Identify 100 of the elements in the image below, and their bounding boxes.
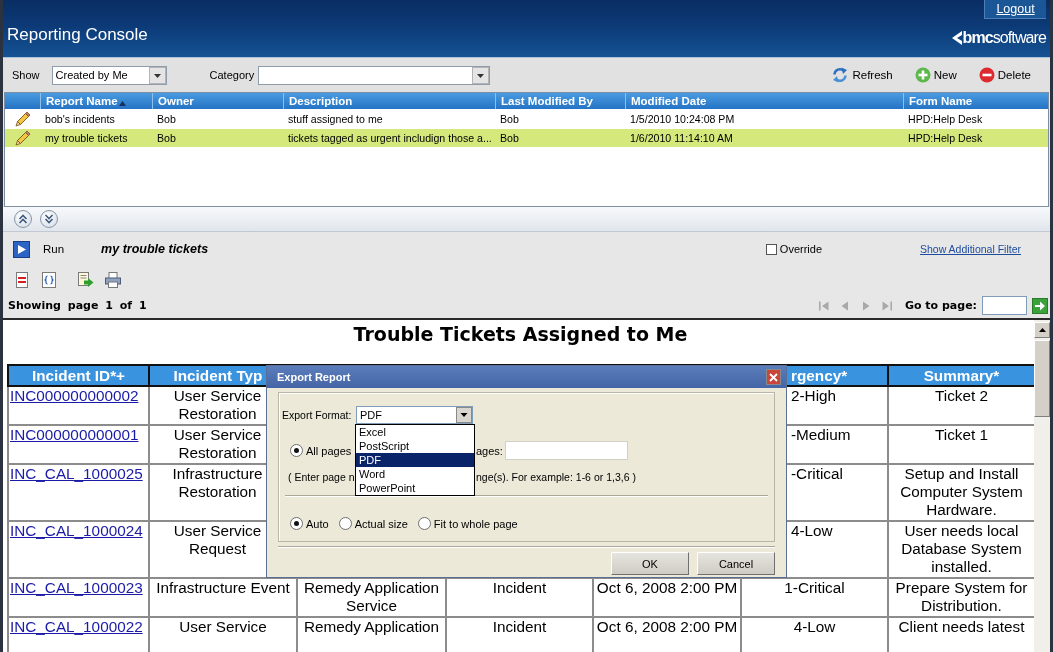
double-chevron-up-icon xyxy=(18,214,28,224)
radio-button[interactable] xyxy=(338,517,352,530)
expand-button[interactable] xyxy=(40,210,58,228)
printer-icon[interactable] xyxy=(105,271,121,288)
logo-text: bmcsoftware xyxy=(962,29,1046,47)
close-button[interactable] xyxy=(766,369,781,385)
hint-text: nge(s). For example: 1-6 or 1,3,6 ) xyxy=(476,471,636,484)
format-label: Export Format: xyxy=(282,408,353,421)
cell-text: Oct 6, 2008 2:00 PM xyxy=(596,618,738,635)
collapse-button[interactable] xyxy=(14,210,32,228)
radio-label: Auto xyxy=(306,517,329,530)
cell-text: Infrastructure Restoration xyxy=(172,465,263,500)
override-label: Override xyxy=(779,243,822,255)
column-header[interactable]: Report Name xyxy=(40,93,152,109)
cell-text: User needs local Database System installed. xyxy=(901,522,1022,575)
table-cell-text: Bob xyxy=(156,113,177,125)
new-button[interactable]: New xyxy=(914,67,957,83)
radio-button[interactable] xyxy=(290,444,303,457)
caret-up-icon xyxy=(1038,328,1046,332)
table-cell-text: Bob xyxy=(499,113,520,125)
report-row[interactable]: my trouble tickets Bob tickets tagged as urgent includign those a... Bob 1/6/2010 11:14:10 AM HPD:Help Desk xyxy=(5,129,1048,147)
cell-text: Ticket 1 xyxy=(935,426,988,443)
page-range-label: ages: xyxy=(476,444,503,457)
document-icon[interactable] xyxy=(14,271,30,288)
cell-text: 2-High xyxy=(791,387,837,404)
go-button[interactable] xyxy=(1032,297,1048,314)
delete-button[interactable]: Delete xyxy=(978,67,1031,83)
play-icon xyxy=(13,240,30,258)
scrollbar[interactable] xyxy=(1034,320,1050,652)
page-range-field[interactable] xyxy=(504,441,628,460)
cell-text: Ticket 2 xyxy=(935,387,988,404)
app-title: Reporting Console xyxy=(6,25,148,46)
scrollbar-thumb[interactable] xyxy=(1034,340,1050,417)
radio-button[interactable] xyxy=(417,517,431,530)
refresh-icon xyxy=(831,66,850,84)
cell-text: -Critical xyxy=(791,465,843,482)
cell-text: Prepare System for Distribution. xyxy=(895,579,1028,614)
report-row[interactable]: bob's incidents Bob stuff assigned to me Bob 1/5/2010 10:24:08 PM HPD:Help Desk xyxy=(5,110,1048,128)
refresh-button[interactable]: Refresh xyxy=(831,66,893,84)
report-name: my trouble tickets xyxy=(101,242,209,256)
dropdown-option[interactable]: PDF xyxy=(356,453,474,467)
show-label: Show xyxy=(12,69,40,81)
dropdown-option[interactable]: PostScript xyxy=(356,439,474,453)
radio-button[interactable] xyxy=(290,517,303,530)
dropdown-option[interactable]: Excel xyxy=(356,425,474,439)
table-cell-text: my trouble tickets xyxy=(44,132,129,144)
additional-filter-link[interactable]: Show Additional Filter xyxy=(920,243,1021,255)
cell-text: Client needs latest xyxy=(898,618,1025,635)
dropdown-option[interactable]: PowerPoint xyxy=(356,481,474,495)
pencil-icon xyxy=(14,111,31,127)
hint-text: ( Enter page n xyxy=(288,471,355,484)
braces-document-icon[interactable] xyxy=(41,271,57,288)
cell-text: 4-Low xyxy=(791,522,833,539)
cell-text: Incident xyxy=(492,618,547,635)
table-cell-text: bob's incidents xyxy=(44,113,116,125)
run-button[interactable]: Run xyxy=(13,240,65,258)
page-status: Showing page 1 of 1 xyxy=(8,299,147,312)
minus-circle-icon xyxy=(978,67,995,83)
radio-label: Actual size xyxy=(354,517,408,530)
cell-text: User Service Restoration xyxy=(173,426,262,461)
chevron-logo-icon xyxy=(951,31,962,45)
page-number-field[interactable] xyxy=(982,296,1027,315)
cell-text: -Medium xyxy=(791,426,851,443)
cell-text: 4-Low xyxy=(793,618,836,635)
scroll-up-button[interactable] xyxy=(1034,322,1050,338)
dialog-title: Export Report xyxy=(277,371,351,383)
dialog-button[interactable]: OK xyxy=(611,552,689,575)
logout-link[interactable]: Logout xyxy=(984,0,1046,19)
document-arrow-icon[interactable] xyxy=(78,271,94,288)
override-checkbox[interactable] xyxy=(765,243,777,255)
dialog-button[interactable]: Cancel xyxy=(697,552,775,575)
table-cell-text: stuff assigned to me xyxy=(287,113,384,125)
radio-label: All pages xyxy=(306,444,352,457)
arrow-right-icon xyxy=(1034,299,1046,312)
table-cell-text: 1/6/2010 11:14:10 AM xyxy=(629,132,734,144)
column-header[interactable]: Form Name xyxy=(903,93,1048,109)
report-title: Trouble Tickets Assigned to Me xyxy=(353,323,688,345)
column-header: Summary* xyxy=(923,367,1000,384)
close-icon xyxy=(769,372,778,382)
category-select[interactable] xyxy=(258,65,491,85)
table-cell-text: tickets tagged as urgent includign those a... xyxy=(287,132,493,144)
cell-text: Setup and Install Computer System Hardware. xyxy=(900,465,1023,518)
column-header[interactable]: Owner xyxy=(152,93,283,109)
cell-text: User Service Restoration xyxy=(173,387,262,422)
caret-down-icon xyxy=(148,66,166,84)
column-header: rgency* xyxy=(791,367,848,384)
cell-text: Oct 6, 2008 2:00 PM xyxy=(596,579,738,596)
sort-ascending-icon xyxy=(118,101,126,106)
dropdown-option[interactable]: Word xyxy=(356,467,474,481)
column-header[interactable]: Modified Date xyxy=(625,93,903,109)
table-cell-text: Bob xyxy=(499,132,520,144)
column-header[interactable]: Description xyxy=(283,93,495,109)
table-cell-text: HPD:Help Desk xyxy=(907,132,984,144)
caret-down-icon xyxy=(472,66,490,84)
show-select[interactable]: Created by Me xyxy=(51,65,167,85)
table-cell-text: 1/5/2010 10:24:08 PM xyxy=(629,113,736,125)
format-select[interactable]: PDF xyxy=(356,405,473,424)
column-header[interactable]: Last Modified By xyxy=(495,93,625,109)
cell-text: Remedy Application Service xyxy=(303,579,440,614)
plus-circle-icon xyxy=(914,67,931,83)
